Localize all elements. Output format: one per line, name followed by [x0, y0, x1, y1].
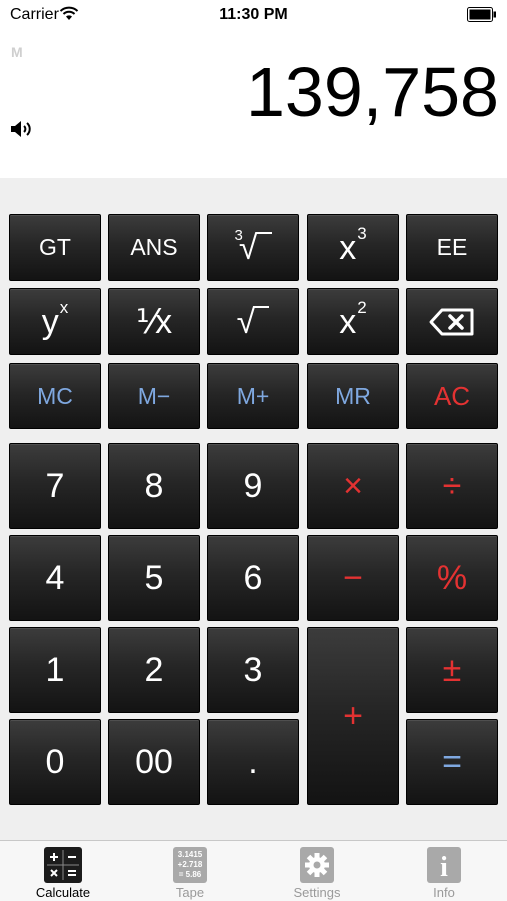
y-power-x-button[interactable]: yx	[9, 288, 101, 355]
plus-minus-button[interactable]: ±	[406, 627, 498, 713]
memory-clear-button[interactable]: MC	[9, 363, 101, 429]
info-icon: i	[427, 847, 461, 883]
reciprocal-button[interactable]: ⅟x	[108, 288, 200, 355]
keypad: GT ANS 3 √ x3 EE yx ⅟x √ x2 MC M− M+ MR A…	[0, 178, 507, 840]
status-time: 11:30 PM	[219, 6, 288, 23]
double-zero-label: 00	[135, 743, 173, 781]
digit-2-button[interactable]: 2	[108, 627, 200, 713]
digit-5-button[interactable]: 5	[108, 535, 200, 621]
y-power-exp: x	[59, 298, 69, 317]
digit-8-button[interactable]: 8	[108, 443, 200, 529]
ans-button[interactable]: ANS	[108, 214, 200, 281]
digit-6-button[interactable]: 6	[207, 535, 299, 621]
divide-label: ÷	[442, 467, 462, 505]
equals-label: =	[442, 743, 462, 781]
tab-tape-label: Tape	[175, 885, 205, 900]
m-minus-label: M−	[137, 382, 171, 409]
ac-label: AC	[433, 381, 471, 411]
mr-label: MR	[335, 382, 371, 409]
digit-3-label: 3	[243, 651, 263, 689]
tab-settings[interactable]: Settings	[254, 841, 380, 901]
digit-8-label: 8	[144, 467, 164, 505]
memory-indicator: M	[11, 44, 23, 60]
info-icon-glyph: i	[440, 852, 448, 883]
display-value: 139,758	[245, 53, 499, 131]
x-cubed-exp: 3	[357, 224, 367, 243]
mc-label: MC	[37, 382, 73, 409]
battery-icon	[467, 7, 496, 22]
reciprocal-label: ⅟x	[135, 302, 173, 341]
digit-3-button[interactable]: 3	[207, 627, 299, 713]
square-root-symbol: √	[236, 302, 256, 341]
divide-button[interactable]: ÷	[406, 443, 498, 529]
memory-plus-button[interactable]: M+	[207, 363, 299, 429]
backspace-button[interactable]	[406, 288, 498, 355]
digit-0-label: 0	[45, 743, 65, 781]
memory-recall-button[interactable]: MR	[307, 363, 399, 429]
digit-9-label: 9	[243, 467, 263, 505]
tape-icon-line-2: +2.718	[178, 860, 203, 869]
gt-label: GT	[39, 234, 71, 260]
tab-info-label: Info	[433, 885, 455, 900]
decimal-label: .	[248, 743, 258, 781]
tape-icon-line-1: 3.1415	[178, 850, 203, 859]
cube-root-index: 3	[234, 227, 243, 244]
minus-button[interactable]: −	[307, 535, 399, 621]
equals-button[interactable]: =	[406, 719, 498, 805]
multiply-label: ×	[343, 467, 363, 505]
x-squared-button[interactable]: x2	[307, 288, 399, 355]
digit-4-button[interactable]: 4	[9, 535, 101, 621]
x-squared-base: x	[339, 302, 357, 341]
memory-minus-button[interactable]: M−	[108, 363, 200, 429]
digit-7-button[interactable]: 7	[9, 443, 101, 529]
status-bar: Carrier 11:30 PM	[0, 0, 507, 30]
tab-settings-label: Settings	[293, 885, 341, 900]
tab-info[interactable]: i Info	[381, 841, 507, 901]
digit-1-button[interactable]: 1	[9, 627, 101, 713]
plus-minus-label: ±	[442, 651, 462, 689]
tape-icon-line-3: = 5.86	[179, 870, 202, 879]
tab-calculate[interactable]: Calculate	[0, 841, 126, 901]
ee-button[interactable]: EE	[406, 214, 498, 281]
digit-5-label: 5	[144, 559, 164, 597]
x-squared-exp: 2	[357, 298, 367, 317]
ee-label: EE	[436, 234, 468, 260]
plus-label: +	[343, 697, 363, 735]
digit-1-label: 1	[45, 651, 65, 689]
m-plus-label: M+	[236, 382, 270, 409]
speaker-icon[interactable]	[9, 118, 35, 140]
digit-4-label: 4	[45, 559, 65, 597]
digit-6-label: 6	[243, 559, 263, 597]
y-power-base: y	[41, 302, 59, 341]
digit-7-label: 7	[45, 467, 65, 505]
tab-bar: Calculate 3.1415 +2.718 = 5.86 Tape Sett…	[0, 840, 507, 901]
digit-0-button[interactable]: 0	[9, 719, 101, 805]
digit-2-label: 2	[144, 651, 164, 689]
digit-9-button[interactable]: 9	[207, 443, 299, 529]
percent-label: %	[436, 559, 468, 597]
x-cubed-button[interactable]: x3	[307, 214, 399, 281]
gear-icon	[300, 847, 334, 883]
multiply-button[interactable]: ×	[307, 443, 399, 529]
cube-root-button[interactable]: 3 √	[207, 214, 299, 281]
calculator-display: M 139,758	[0, 30, 507, 178]
x-cubed-base: x	[339, 228, 357, 267]
backspace-icon	[429, 308, 474, 335]
tab-tape[interactable]: 3.1415 +2.718 = 5.86 Tape	[127, 841, 253, 901]
plus-button[interactable]: +	[307, 627, 399, 805]
tab-calculate-label: Calculate	[35, 885, 91, 900]
all-clear-button[interactable]: AC	[406, 363, 498, 429]
tape-icon: 3.1415 +2.718 = 5.86	[173, 847, 207, 883]
decimal-button[interactable]: .	[207, 719, 299, 805]
calculator-icon	[44, 847, 82, 883]
double-zero-button[interactable]: 00	[108, 719, 200, 805]
ans-label: ANS	[130, 234, 178, 260]
gt-button[interactable]: GT	[9, 214, 101, 281]
square-root-button[interactable]: √	[207, 288, 299, 355]
minus-label: −	[343, 559, 363, 597]
percent-button[interactable]: %	[406, 535, 498, 621]
